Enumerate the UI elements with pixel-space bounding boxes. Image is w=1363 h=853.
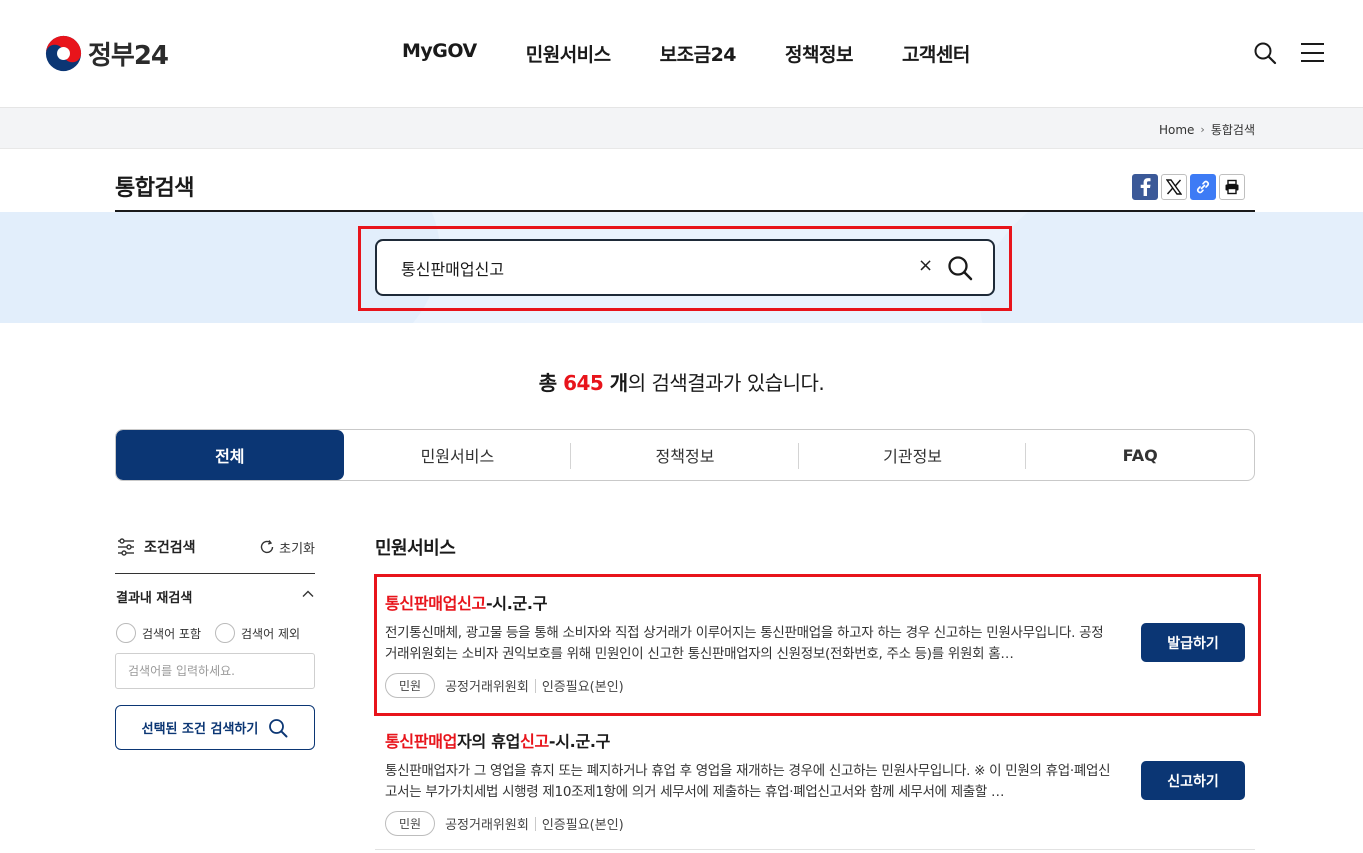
- search-submit-icon[interactable]: [947, 255, 973, 281]
- result-prefix: 총: [538, 371, 564, 395]
- radio-exclude[interactable]: [215, 623, 236, 643]
- list-divider: [375, 849, 1255, 850]
- item-description: 통신판매업자가 그 영업을 휴지 또는 폐지하거나 휴업 후 영업을 재개하는 …: [385, 763, 1111, 800]
- sidebar-divider: [115, 573, 315, 574]
- item-meta: 민원 공정거래위원회 인증필요(본인): [385, 673, 1255, 698]
- radio-include-label: 검색어 포함: [142, 626, 202, 641]
- breadcrumb-current: 통합검색: [1210, 123, 1255, 137]
- nav-subsidy24[interactable]: 보조금24: [660, 40, 737, 67]
- item-title[interactable]: 통신판매업자의 휴업신고-시.군.구: [385, 728, 1255, 752]
- item-meta: 민원 공정거래위원회 인증필요(본인): [385, 811, 1255, 836]
- list-item: 통신판매업자의 휴업신고-시.군.구 통신판매업자가 그 영업을 휴지 또는 폐…: [385, 728, 1255, 836]
- radio-exclude-label: 검색어 제외: [241, 626, 301, 641]
- breadcrumb-home[interactable]: Home: [1159, 123, 1194, 137]
- research-section-header[interactable]: 결과내 재검색: [116, 587, 315, 606]
- nav-policy-info[interactable]: 정책정보: [785, 40, 853, 67]
- condition-search-button-label: 선택된 조건 검색하기: [141, 722, 259, 737]
- title-highlight: 통신판매업신고: [385, 594, 486, 613]
- search-icon: [269, 718, 288, 737]
- report-button[interactable]: 신고하기: [1141, 761, 1245, 800]
- search-input[interactable]: [401, 256, 881, 280]
- meta-divider: [534, 816, 536, 831]
- list-item: 통신판매업신고-시.군.구 전기통신매체, 광고물 등을 통해 소비자와 직접 …: [385, 590, 1255, 698]
- share-toolbar: [1132, 174, 1248, 200]
- copy-link-icon[interactable]: [1190, 174, 1216, 200]
- chevron-up-icon[interactable]: [301, 587, 315, 601]
- item-title[interactable]: 통신판매업신고-시.군.구: [385, 590, 1255, 614]
- condition-search-label: 조건검색: [116, 537, 196, 557]
- search-icon[interactable]: [1253, 41, 1277, 65]
- nav-civil-service[interactable]: 민원서비스: [526, 40, 611, 67]
- item-org: 공정거래위원회: [445, 680, 529, 695]
- keyword-radio-group: 검색어 포함 검색어 제외: [116, 623, 300, 643]
- issue-button[interactable]: 발급하기: [1141, 623, 1245, 662]
- title-rest: -시.군.구: [485, 594, 548, 613]
- section-title: 민원서비스: [375, 538, 456, 559]
- research-input[interactable]: [115, 653, 315, 689]
- sidebar-header: 조건검색 초기화: [116, 537, 315, 557]
- taegeuk-logo-icon: [45, 35, 82, 72]
- nav-customer-center[interactable]: 고객센터: [902, 40, 970, 67]
- result-suffix: 의 검색결과가 있습니다.: [627, 371, 825, 395]
- page-title: 통합검색: [115, 176, 194, 201]
- breadcrumb: Home › 통합검색: [1159, 121, 1255, 138]
- category-tag: 민원: [385, 673, 436, 698]
- tab-policy-info[interactable]: 정책정보: [571, 430, 799, 480]
- tab-faq[interactable]: FAQ: [1026, 430, 1254, 480]
- title-highlight: 통신판매업: [385, 732, 458, 751]
- condition-search-text: 조건검색: [144, 540, 196, 556]
- search-box: ×: [375, 239, 995, 296]
- filter-sliders-icon: [118, 538, 134, 556]
- x-twitter-share-icon[interactable]: [1161, 174, 1187, 200]
- item-auth: 인증필요(본인): [541, 818, 624, 833]
- result-count-number: 645: [563, 371, 604, 395]
- nav-mygov[interactable]: MyGOV: [402, 40, 477, 67]
- research-label: 결과내 재검색: [116, 591, 193, 606]
- radio-include[interactable]: [116, 623, 136, 643]
- facebook-share-icon[interactable]: [1132, 174, 1158, 200]
- logo-text: 정부24: [88, 41, 169, 71]
- title-rest: -시.군.구: [548, 732, 611, 751]
- print-icon[interactable]: [1219, 174, 1245, 200]
- hamburger-menu-icon[interactable]: [1301, 43, 1324, 62]
- result-unit: 개: [603, 371, 628, 395]
- item-auth: 인증필요(본인): [541, 680, 624, 695]
- site-header: 정부24 MyGOV 민원서비스 보조금24 정책정보 고객센터: [0, 0, 1363, 108]
- refresh-icon: [260, 540, 274, 554]
- item-org: 공정거래위원회: [445, 818, 529, 833]
- chevron-right-icon: ›: [1200, 123, 1205, 136]
- item-description: 전기통신매체, 광고물 등을 통해 소비자와 직접 상거래가 이루어지는 통신판…: [385, 625, 1104, 662]
- tab-agency-info[interactable]: 기관정보: [799, 430, 1027, 480]
- title-mid: 자의 휴업: [457, 732, 521, 751]
- tab-all[interactable]: 전체: [116, 430, 344, 480]
- main-nav: MyGOV 민원서비스 보조금24 정책정보 고객센터: [402, 40, 1019, 67]
- reset-label: 초기화: [279, 541, 315, 557]
- result-tabs: 전체 민원서비스 정책정보 기관정보 FAQ: [115, 429, 1255, 481]
- tab-civil-service[interactable]: 민원서비스: [344, 430, 572, 480]
- clear-search-icon[interactable]: ×: [918, 255, 936, 279]
- condition-search-button[interactable]: 선택된 조건 검색하기: [115, 705, 315, 750]
- meta-divider: [534, 678, 536, 693]
- title-highlight: 신고: [520, 732, 549, 751]
- reset-button[interactable]: 초기화: [259, 538, 315, 557]
- category-tag: 민원: [385, 811, 436, 836]
- breadcrumb-bar: Home › 통합검색: [0, 108, 1363, 149]
- gov24-logo[interactable]: 정부24: [45, 35, 169, 72]
- result-count: 총 645 개의 검색결과가 있습니다.: [0, 367, 1363, 396]
